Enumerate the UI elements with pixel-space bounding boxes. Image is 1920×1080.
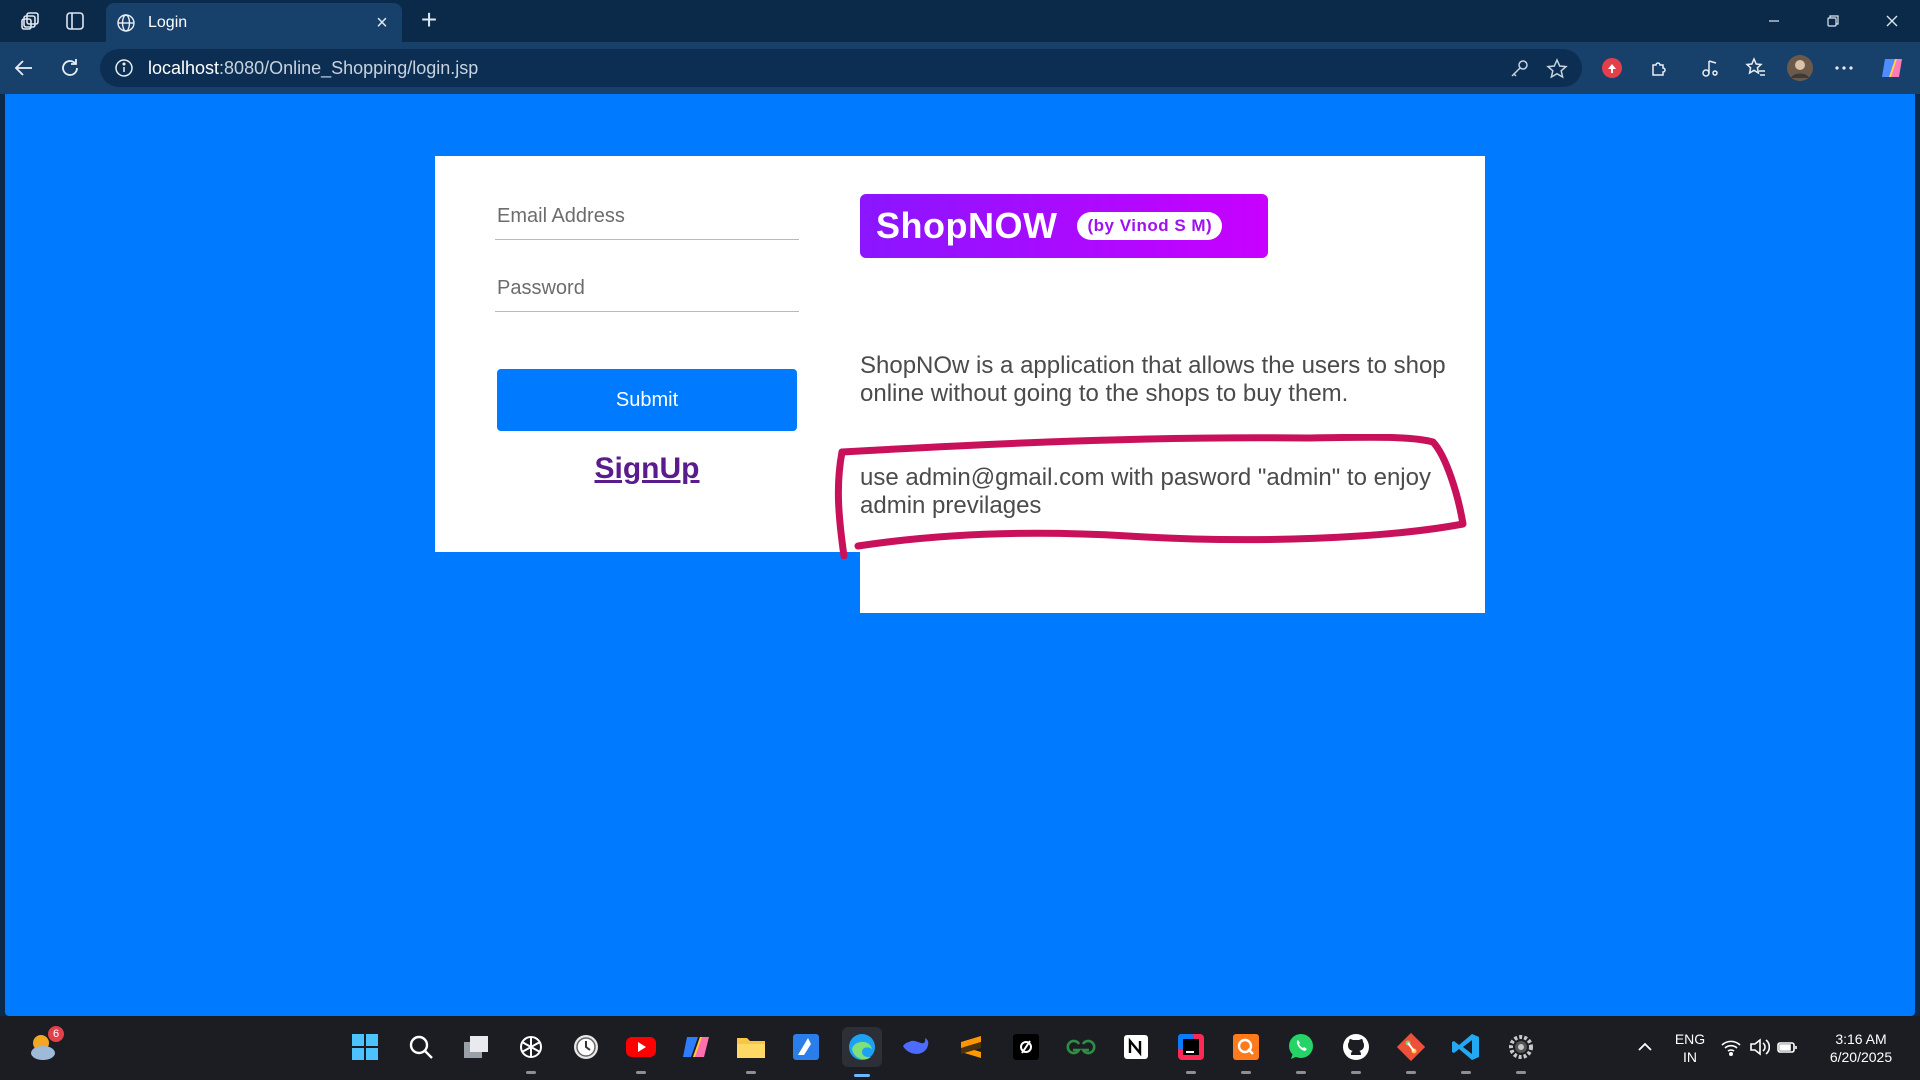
media-control-icon[interactable] [1696, 54, 1724, 82]
running-indicator [636, 1071, 646, 1074]
chevron-up-icon[interactable] [1634, 1036, 1658, 1060]
chatgpt-icon[interactable] [514, 1030, 548, 1074]
page-content: Submit SignUp ShopNOW (by Vinod S M) Sho… [5, 94, 1915, 1016]
site-info-icon[interactable] [114, 58, 134, 78]
email-field[interactable] [495, 196, 799, 236]
favorites-icon[interactable] [1742, 54, 1770, 82]
running-indicator [1296, 1071, 1306, 1074]
edge-icon[interactable] [842, 1027, 882, 1077]
minimize-button[interactable] [1746, 0, 1802, 42]
notion-icon[interactable] [1119, 1030, 1153, 1064]
windows-taskbar: 6 ENG IN 3:16 AM 6/20/2025 [0, 1016, 1920, 1080]
more-options-icon[interactable] [1830, 54, 1858, 82]
login-card: Submit SignUp [435, 156, 865, 552]
active-indicator [854, 1074, 870, 1077]
running-indicator [1516, 1071, 1526, 1074]
date-label: 6/20/2025 [1829, 1049, 1893, 1065]
browser-toolbar: localhost:8080/Online_Shopping/login.jsp [0, 42, 1920, 94]
search-icon[interactable] [404, 1030, 438, 1064]
settings-icon[interactable] [1504, 1030, 1538, 1074]
app-description: ShopNOw is a application that allows the… [860, 352, 1446, 407]
highlight-annotation [834, 434, 1467, 559]
profile-avatar[interactable] [1786, 54, 1814, 82]
whatsapp-icon[interactable] [1284, 1030, 1318, 1074]
windows-start-icon[interactable] [348, 1030, 382, 1064]
running-indicator [1406, 1071, 1416, 1074]
refresh-button[interactable] [56, 54, 84, 82]
vscode-icon[interactable] [1449, 1030, 1483, 1074]
tab-title: Login [148, 13, 188, 31]
pdf-extension-icon[interactable] [1598, 54, 1626, 82]
copilot-sidebar-icon[interactable] [1878, 54, 1906, 82]
signup-link[interactable]: SignUp [435, 452, 859, 486]
autocad-icon[interactable] [789, 1030, 823, 1064]
weather-widget[interactable]: 6 [24, 1026, 64, 1066]
browser-tab-bar: Login × + [0, 0, 1920, 42]
sublime-text-icon[interactable] [954, 1030, 988, 1064]
brand-name: ShopNOW [876, 205, 1058, 246]
language-label: ENG [1674, 1031, 1706, 1047]
workspaces-icon[interactable] [18, 8, 44, 34]
running-indicator [1186, 1071, 1196, 1074]
running-indicator [1351, 1071, 1361, 1074]
wifi-icon[interactable] [1720, 1036, 1744, 1060]
youtube-icon[interactable] [624, 1030, 658, 1074]
address-bar[interactable]: localhost:8080/Online_Shopping/login.jsp [100, 49, 1582, 87]
tab-login[interactable]: Login × [106, 3, 402, 42]
close-tab-icon[interactable]: × [372, 13, 392, 33]
github-icon[interactable] [1339, 1030, 1373, 1074]
terminal-icon[interactable] [1009, 1030, 1043, 1064]
running-indicator [746, 1071, 756, 1074]
region-label: IN [1683, 1049, 1697, 1065]
url-host: localhost [148, 57, 220, 78]
email-field-wrapper [495, 196, 799, 240]
brand-banner: ShopNOW (by Vinod S M) [860, 194, 1268, 258]
password-field-wrapper [495, 268, 799, 312]
time-label: 3:16 AM [1835, 1031, 1887, 1047]
volume-icon[interactable] [1748, 1036, 1772, 1060]
file-explorer-icon[interactable] [734, 1030, 768, 1074]
geeksforgeeks-icon[interactable] [1064, 1030, 1098, 1064]
password-key-icon[interactable] [1508, 58, 1530, 80]
system-tray: ENG IN 3:16 AM 6/20/2025 [1620, 1016, 1920, 1080]
extensions-icon[interactable] [1646, 54, 1674, 82]
running-indicator [1241, 1071, 1251, 1074]
globe-icon [117, 13, 135, 32]
intellij-icon[interactable] [1174, 1030, 1208, 1074]
git-icon[interactable] [1394, 1030, 1428, 1074]
brand-author-badge: (by Vinod S M) [1077, 212, 1223, 240]
back-button[interactable] [10, 54, 38, 82]
url-path: :8080/Online_Shopping/login.jsp [219, 57, 479, 78]
clock-area[interactable]: 3:16 AM 6/20/2025 [1816, 1030, 1906, 1066]
clock-icon[interactable] [569, 1030, 603, 1064]
deepseek-icon[interactable] [899, 1030, 933, 1064]
close-window-button[interactable] [1864, 0, 1920, 42]
password-field[interactable] [495, 268, 799, 308]
q-app-icon[interactable] [1229, 1030, 1263, 1074]
submit-button[interactable]: Submit [497, 369, 797, 431]
battery-icon[interactable] [1776, 1036, 1800, 1060]
copilot-icon[interactable] [679, 1030, 713, 1064]
new-tab-button[interactable]: + [414, 6, 444, 36]
running-indicator [526, 1071, 536, 1074]
weather-badge: 6 [48, 1026, 64, 1042]
favorite-star-icon[interactable] [1546, 58, 1568, 80]
vertical-tabs-icon[interactable] [62, 8, 88, 34]
language-indicator[interactable]: ENG IN [1670, 1030, 1710, 1066]
restore-button[interactable] [1805, 0, 1861, 42]
task-view-icon[interactable] [459, 1030, 493, 1064]
running-indicator [1461, 1071, 1471, 1074]
